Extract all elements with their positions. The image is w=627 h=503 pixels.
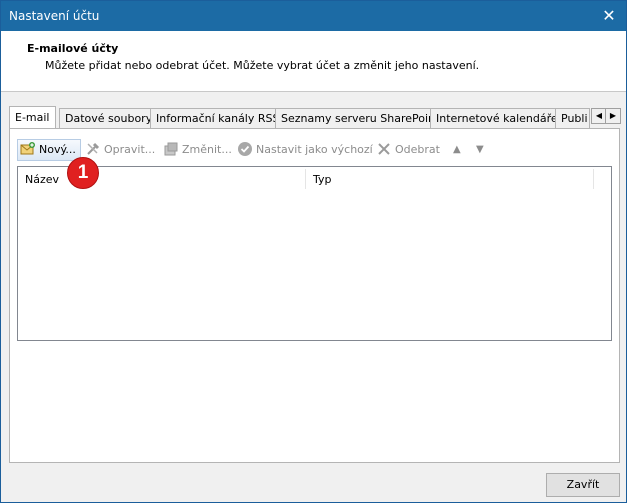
header-description: Můžete přidat nebo odebrat účet. Můžete … — [45, 59, 480, 72]
column-type[interactable]: Typ — [306, 167, 332, 191]
remove-button: Odebrat — [376, 139, 440, 161]
column-name[interactable]: Název — [18, 167, 59, 191]
header-heading: E-mailové účty — [27, 42, 119, 55]
repair-label: Opravit... — [104, 143, 156, 156]
repair-button: Opravit... — [85, 139, 155, 161]
close-button[interactable]: Zavřít — [546, 473, 620, 497]
window-title: Nastavení účtu — [9, 9, 100, 23]
title-bar: Nastavení účtu ✕ — [1, 1, 626, 31]
remove-x-icon — [376, 141, 392, 157]
close-icon[interactable]: ✕ — [598, 5, 620, 27]
tab-rss-feeds[interactable]: Informační kanály RSS — [150, 108, 286, 128]
new-account-icon — [20, 141, 36, 157]
tab-published-calendars[interactable]: Publi — [555, 108, 590, 128]
set-default-label: Nastavit jako výchozí — [256, 143, 373, 156]
change-label: Změnit... — [182, 143, 232, 156]
change-button: Změnit... — [163, 139, 232, 161]
accounts-list[interactable]: Název Typ — [17, 166, 612, 341]
move-down-icon: ▼ — [476, 144, 484, 155]
tools-icon — [85, 141, 101, 157]
set-default-button: Nastavit jako výchozí — [237, 139, 373, 161]
tab-email[interactable]: E-mail — [9, 106, 56, 128]
checkmark-icon — [237, 141, 253, 157]
tab-internet-calendars[interactable]: Internetové kalendáře — [430, 108, 564, 128]
tab-data-files[interactable]: Datové soubory — [59, 108, 159, 128]
tab-strip: E-mail Datové soubory Informační kanály … — [9, 106, 612, 129]
change-icon — [163, 141, 179, 157]
tab-sharepoint-lists[interactable]: Seznamy serveru SharePoint — [275, 108, 446, 128]
dialog-header: E-mailové účty Můžete přidat nebo odebra… — [1, 31, 626, 92]
new-account-button[interactable]: Nový... — [17, 139, 81, 161]
new-account-label: Nový... — [39, 143, 76, 156]
account-settings-dialog: Nastavení účtu ✕ E-mailové účty Můžete p… — [0, 0, 627, 503]
move-up-icon: ▲ — [453, 144, 461, 155]
list-header: Název Typ — [18, 167, 611, 191]
step-callout-badge: 1 — [67, 157, 99, 189]
account-toolbar: Nový... Opravit... Změnit... Nastavit ja… — [17, 139, 607, 161]
tab-scroll-right-icon[interactable]: ▶ — [605, 108, 621, 124]
column-divider[interactable] — [593, 169, 594, 189]
remove-label: Odebrat — [395, 143, 440, 156]
